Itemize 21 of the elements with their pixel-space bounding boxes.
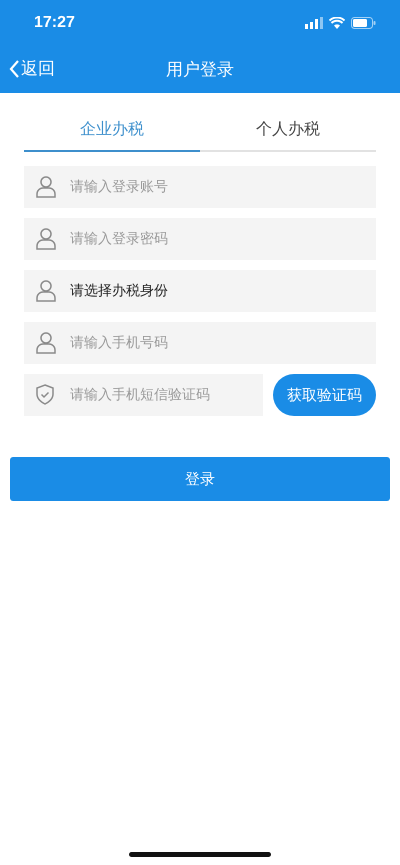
wifi-icon <box>329 16 345 28</box>
input-field[interactable]: 请输入登录账号 <box>24 166 376 208</box>
select-field[interactable]: 请选择办税身份 <box>24 270 376 312</box>
input-field[interactable]: 请输入手机短信验证码 <box>24 374 263 416</box>
input-field[interactable]: 请输入手机号码 <box>24 322 376 364</box>
input-field[interactable]: 请输入登录密码 <box>24 218 376 260</box>
person-icon <box>36 332 56 354</box>
person-icon <box>36 228 56 250</box>
person-icon <box>36 176 56 198</box>
back-button[interactable]: 返回 <box>9 57 55 80</box>
battery-icon <box>351 16 376 28</box>
status-time: 17:27 <box>34 14 75 32</box>
tab[interactable]: 企业办税 <box>24 107 200 152</box>
get-code-button[interactable]: 获取验证码 <box>273 374 376 416</box>
shield-check-icon <box>36 384 54 405</box>
person-icon <box>36 280 56 302</box>
login-button[interactable]: 登录 <box>10 457 390 501</box>
signal-icon <box>305 16 323 28</box>
back-chevron-icon <box>9 60 19 78</box>
page-title: 用户登录 <box>166 58 234 80</box>
tab[interactable]: 个人办税 <box>200 107 376 152</box>
